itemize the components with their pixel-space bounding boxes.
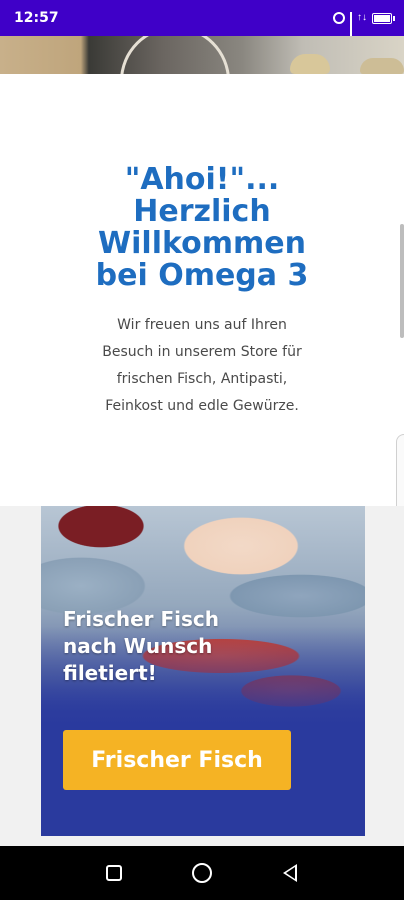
promo-card[interactable]: Frischer Fisch nach Wunsch filetiert! Fr… xyxy=(41,506,365,836)
welcome-title-line: Willkommen xyxy=(98,226,306,261)
photo-dish xyxy=(290,54,330,74)
promo-heading-line: nach Wunsch xyxy=(63,634,213,658)
home-button[interactable] xyxy=(188,859,216,887)
back-button[interactable] xyxy=(276,859,304,887)
signal-icon xyxy=(350,12,352,45)
welcome-section: "Ahoi!"... Herzlich Willkommen bei Omega… xyxy=(0,74,404,506)
welcome-title-line: bei Omega 3 xyxy=(95,258,309,293)
status-icons: ↑↓ xyxy=(333,12,395,45)
recents-icon xyxy=(106,865,122,881)
status-time: 12:57 xyxy=(14,10,59,26)
promo-heading-line: filetiert! xyxy=(63,661,157,685)
navigation-bar xyxy=(0,846,404,900)
welcome-title: "Ahoi!"... Herzlich Willkommen bei Omega… xyxy=(0,164,404,292)
header-photo xyxy=(0,36,404,74)
promo-heading: Frischer Fisch nach Wunsch filetiert! xyxy=(63,606,219,687)
welcome-text-line: Besuch in unserem Store für xyxy=(102,344,302,360)
fresh-fish-button[interactable]: Frischer Fisch xyxy=(63,730,291,790)
status-bar: 12:57 ↑↓ xyxy=(0,0,404,45)
scrollbar-thumb[interactable] xyxy=(400,224,404,338)
recents-button[interactable] xyxy=(100,859,128,887)
welcome-title-line: "Ahoi!"... xyxy=(124,162,280,197)
photo-dish-2 xyxy=(360,58,404,74)
photo-arch xyxy=(120,36,230,74)
promo-heading-line: Frischer Fisch xyxy=(63,607,220,631)
home-icon xyxy=(192,863,212,883)
welcome-title-line: Herzlich xyxy=(133,194,271,229)
welcome-text-line: frischen Fisch, Antipasti, xyxy=(116,371,288,387)
back-icon xyxy=(283,864,297,882)
data-icon: ↑↓ xyxy=(357,12,367,23)
alarm-icon xyxy=(333,12,345,24)
welcome-text-line: Wir freuen uns auf Ihren xyxy=(117,317,287,333)
battery-icon xyxy=(372,12,395,24)
welcome-text: Wir freuen uns auf Ihren Besuch in unser… xyxy=(0,312,404,420)
welcome-text-line: Feinkost und edle Gewürze. xyxy=(105,398,299,414)
